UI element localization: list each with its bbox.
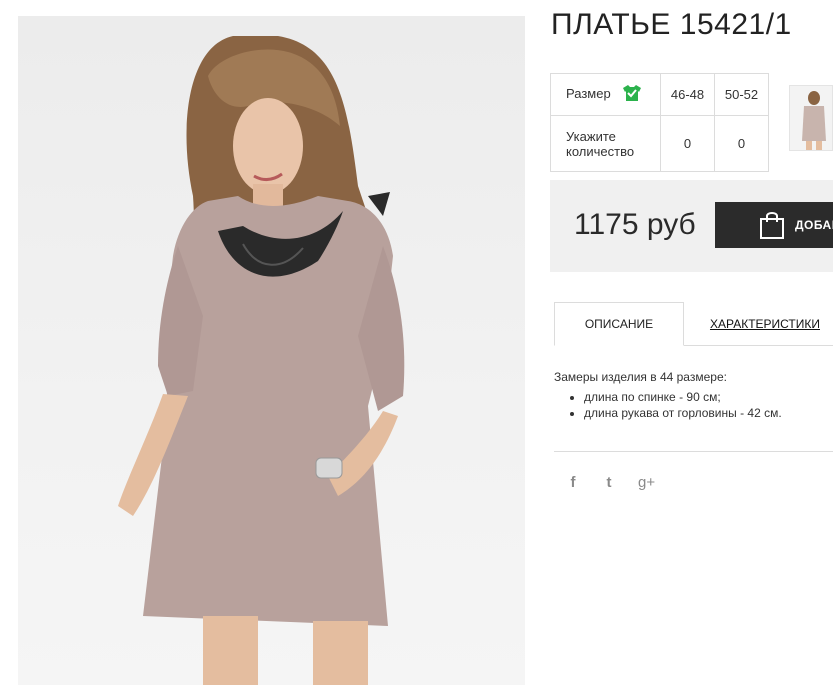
add-to-cart-label: ДОБАВИТЬ [795,218,833,232]
twitter-icon[interactable]: t [602,474,616,491]
list-item: длина рукава от горловины - 42 см. [584,406,833,420]
size-table: Размер 46-48 50-52 Укажите количество 0 … [550,73,769,172]
social-share: f t g+ [566,474,656,491]
product-page: ПЛАТЬЕ 15421/1 Размер 46-48 50-52 Укажит… [0,0,833,685]
divider [554,451,833,452]
size-option-50-52[interactable]: 50-52 [714,73,769,116]
quantity-row: Укажите количество 0 0 [550,115,769,172]
quantity-50-52[interactable]: 0 [714,115,769,172]
product-photo-illustration [118,36,405,685]
shopping-bag-icon [759,210,785,243]
size-option-46-48[interactable]: 46-48 [660,73,715,116]
list-item: длина по спинке - 90 см; [584,390,833,404]
quantity-46-48[interactable]: 0 [660,115,715,172]
price-box: 1175 руб ДОБАВИТЬ [550,180,833,272]
product-price: 1175 руб [574,208,696,241]
description-panel: Замеры изделия в 44 размере: длина по сп… [554,370,833,422]
add-to-cart-button[interactable]: ДОБАВИТЬ [715,202,833,248]
size-label-cell: Размер [550,73,661,116]
description-list: длина по спинке - 90 см; длина рукава от… [554,390,833,420]
thumbnail-illustration [790,86,832,150]
size-row: Размер 46-48 50-52 [550,73,769,116]
product-thumbnail[interactable] [789,85,833,151]
facebook-icon[interactable]: f [566,474,580,491]
tab-description[interactable]: ОПИСАНИЕ [554,302,684,346]
tab-characteristics[interactable]: ХАРАКТЕРИСТИКИ [700,302,830,346]
quantity-label: Укажите количество [550,115,661,172]
description-intro: Замеры изделия в 44 размере: [554,370,727,384]
product-tabs: ОПИСАНИЕ ХАРАКТЕРИСТИКИ [554,302,833,346]
check-shirt-icon [622,84,642,105]
product-title: ПЛАТЬЕ 15421/1 [551,8,792,41]
google-plus-icon[interactable]: g+ [638,474,655,491]
product-photo[interactable] [18,16,525,685]
size-label: Размер [566,85,611,101]
